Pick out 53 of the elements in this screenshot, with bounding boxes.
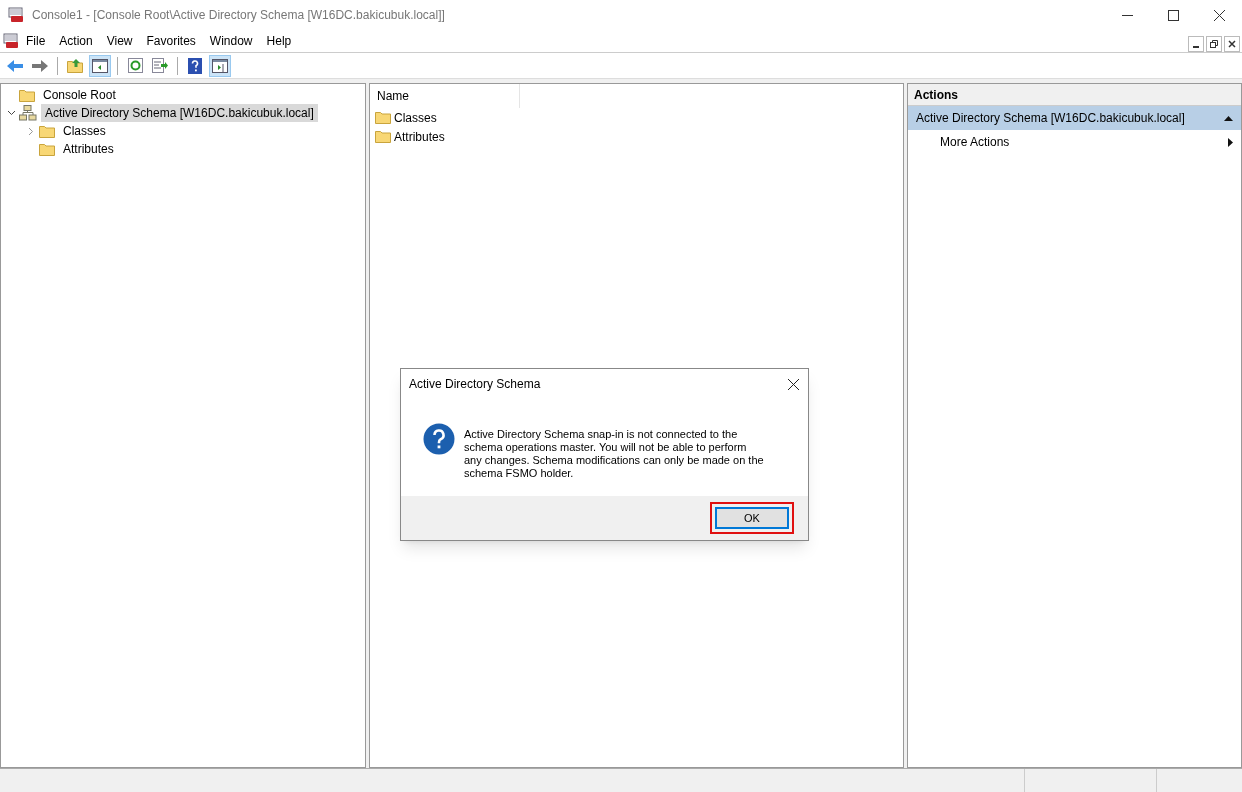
- folder-icon: [39, 124, 55, 138]
- menu-item[interactable]: Action: [52, 32, 100, 50]
- tree-item[interactable]: Console Root: [39, 86, 120, 104]
- pane-layout-icon: [92, 58, 108, 73]
- submenu-triangle-icon: [1228, 137, 1233, 147]
- menu-item[interactable]: Window: [202, 32, 260, 50]
- actions-section-header[interactable]: Active Directory Schema [W16DC.bakicubuk.local]: [908, 106, 1241, 130]
- restore-button[interactable]: [1206, 36, 1222, 52]
- collapse-triangle-icon[interactable]: [1224, 115, 1233, 121]
- pane-layout-icon: [212, 58, 228, 73]
- menu-item[interactable]: Help: [259, 32, 299, 50]
- schema-tree-icon: [19, 105, 37, 121]
- minimize-icon: [1193, 46, 1199, 48]
- folder-icon: [375, 111, 391, 124]
- export-list-icon: [152, 58, 168, 73]
- menu-item[interactable]: View: [99, 32, 140, 50]
- toolbar-button[interactable]: [89, 54, 111, 77]
- tree-item[interactable]: Classes: [59, 122, 110, 140]
- restore-icon: [1210, 40, 1218, 48]
- window-title: Console1 - [Console Root\Active Directory Schema [W16DC.bakicubuk.local]]: [32, 7, 445, 24]
- refresh-icon: [127, 58, 143, 73]
- dialog-message: Active Directory Schema snap-in is not connected to the schema operations master. You will not be able to perform any changes. Schema modifications can only be made on the schema FSMO holder.: [464, 427, 764, 480]
- folder-icon: [375, 130, 391, 143]
- back-arrow-icon: [6, 58, 24, 73]
- folder-icon: [19, 88, 35, 102]
- ok-button[interactable]: OK: [715, 507, 789, 529]
- question-icon: [423, 423, 455, 455]
- list-item[interactable]: Attributes: [394, 127, 445, 146]
- tree-item[interactable]: Attributes: [59, 140, 118, 158]
- menu-item[interactable]: File: [19, 32, 53, 50]
- folder-up-icon: [67, 58, 83, 73]
- tree-item[interactable]: Active Directory Schema [W16DC.bakicubuk.local]: [41, 104, 318, 122]
- forward-arrow-icon: [31, 58, 49, 73]
- help-icon: [188, 57, 202, 74]
- close-icon: [1213, 9, 1225, 21]
- dialog-title: Active Directory Schema: [409, 376, 541, 393]
- maximize-icon: [1167, 9, 1179, 21]
- column-header[interactable]: Name: [370, 84, 520, 108]
- collapse-chevron-icon[interactable]: [6, 110, 16, 116]
- toolbar-button[interactable]: [209, 54, 231, 77]
- menu-item[interactable]: Favorites: [139, 32, 203, 50]
- list-item[interactable]: Classes: [394, 108, 437, 127]
- actions-header: Actions: [908, 84, 1241, 106]
- folder-icon: [39, 142, 55, 156]
- expand-chevron-icon[interactable]: [28, 126, 34, 136]
- close-icon: [1228, 40, 1236, 48]
- console-app-icon: [8, 7, 24, 23]
- action-item[interactable]: More Actions: [908, 130, 1241, 154]
- close-icon: [787, 378, 799, 390]
- minimize-icon: [1121, 14, 1133, 16]
- minimize-button[interactable]: [1188, 36, 1204, 52]
- document-icon: [3, 33, 19, 49]
- close-button[interactable]: [1224, 36, 1240, 52]
